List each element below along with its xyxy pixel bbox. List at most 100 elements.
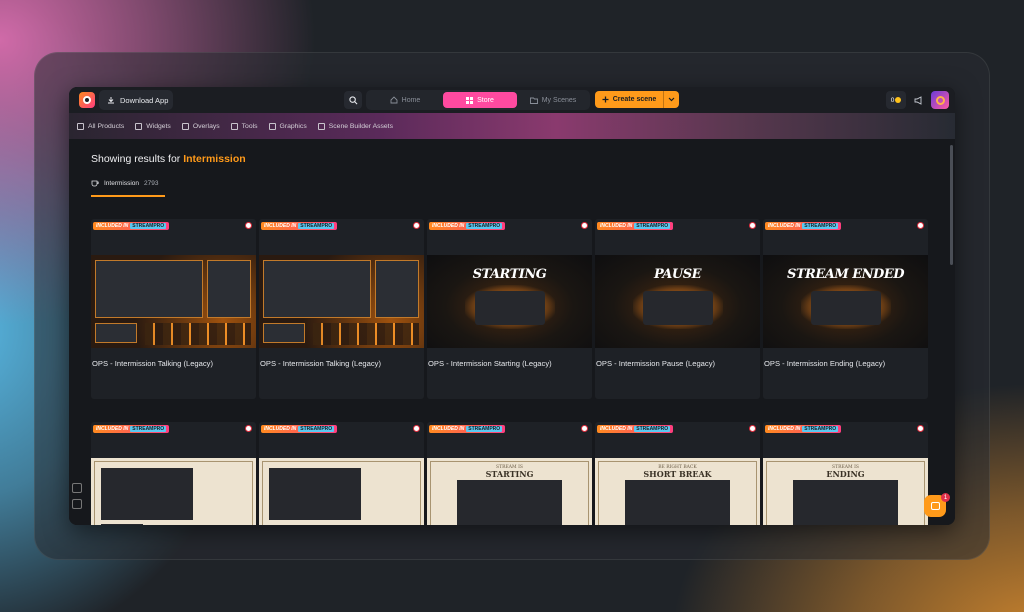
included-badge: INCLUDED IN STREAMPRO [429, 222, 506, 230]
tab-store-label: Store [477, 96, 494, 104]
scrollbar[interactable] [950, 145, 953, 265]
feedback-icon[interactable] [72, 483, 82, 493]
included-badge: INCLUDED IN STREAMPRO [93, 222, 170, 230]
gear-icon [230, 122, 238, 130]
badge-text: INCLUDED IN [96, 426, 129, 432]
category-label: Widgets [146, 122, 171, 130]
chip-active-indicator [91, 195, 165, 197]
tab-store[interactable]: Store [443, 92, 517, 108]
cup-icon [91, 180, 99, 187]
flag-icon [749, 222, 756, 229]
product-card[interactable]: INCLUDED IN STREAMPRO BE RIGHT BACK SHORT … [595, 422, 760, 525]
badge-brand: STREAMPRO [298, 223, 335, 229]
badge-text: INCLUDED IN [768, 223, 801, 229]
category-all-products[interactable]: All Products [77, 122, 124, 130]
product-title: OPS - Intermission Talking (Legacy) [92, 359, 213, 368]
tab-home[interactable]: Home [370, 92, 440, 108]
flag-icon [413, 425, 420, 432]
plus-icon [602, 96, 609, 103]
flag-icon [413, 222, 420, 229]
coin-count: 0 [890, 96, 895, 104]
product-card[interactable]: INCLUDED IN STREAMPRO STREAM ENDED OPS - … [763, 219, 928, 399]
product-thumbnail: STREAM IS ENDING [763, 458, 928, 525]
product-thumbnail: STREAM IS STARTING [427, 458, 592, 525]
side-thumb-icon[interactable] [72, 499, 82, 509]
product-card[interactable]: INCLUDED IN STREAMPRO OPS - Intermission … [259, 219, 424, 399]
badge-text: INCLUDED IN [768, 426, 801, 432]
download-app-button[interactable]: Download App [99, 90, 173, 110]
user-avatar[interactable] [931, 91, 949, 109]
flag-icon [917, 222, 924, 229]
chat-icon [930, 502, 940, 510]
included-badge: INCLUDED IN STREAMPRO [597, 425, 674, 433]
layers-icon [181, 122, 189, 130]
category-graphics[interactable]: Graphics [268, 122, 307, 130]
flag-icon [917, 425, 924, 432]
filter-chip-intermission[interactable]: Intermission 2793 [91, 180, 159, 187]
product-thumbnail: STREAM ENDED [763, 255, 928, 348]
create-scene-button[interactable]: Create scene [595, 91, 679, 108]
badge-brand: STREAMPRO [130, 223, 167, 229]
thumbnail-label: ENDING [826, 469, 865, 479]
store-grid-icon [466, 96, 474, 104]
thumbnail-label: SHORT BREAK [643, 469, 712, 479]
flag-icon [245, 222, 252, 229]
product-card[interactable]: INCLUDED IN STREAMPRO [91, 422, 256, 525]
product-card[interactable]: INCLUDED IN STREAMPRO [259, 422, 424, 525]
badge-brand: STREAMPRO [130, 426, 167, 432]
included-badge: INCLUDED IN STREAMPRO [429, 425, 506, 433]
top-bar: Download App Home Store My Scenes Create… [69, 87, 955, 113]
product-card[interactable]: INCLUDED IN STREAMPRO STREAM IS STARTING [427, 422, 592, 525]
category-scene-builder-assets[interactable]: Scene Builder Assets [317, 122, 393, 130]
product-thumbnail: BE RIGHT BACK SHORT BREAK [595, 458, 760, 525]
tab-my-scenes[interactable]: My Scenes [520, 92, 586, 108]
included-badge: INCLUDED IN STREAMPRO [765, 222, 842, 230]
chat-unread-badge: 1 [941, 493, 950, 502]
product-thumbnail: STARTING [427, 255, 592, 348]
announcements-button[interactable] [910, 91, 928, 109]
tab-home-label: Home [401, 96, 421, 104]
search-icon [348, 95, 357, 104]
included-badge: INCLUDED IN STREAMPRO [93, 425, 170, 433]
product-thumbnail [91, 458, 256, 525]
product-title: OPS - Intermission Starting (Legacy) [428, 359, 552, 368]
results-term: Intermission [183, 153, 246, 165]
thumbnail-label: STARTING [485, 469, 534, 479]
product-card[interactable]: INCLUDED IN STREAMPRO STREAM IS ENDING [763, 422, 928, 525]
product-thumbnail [259, 458, 424, 525]
results-prefix: Showing results for [91, 153, 181, 165]
badge-brand: STREAMPRO [466, 426, 503, 432]
product-title: OPS - Intermission Ending (Legacy) [764, 359, 886, 368]
app-window: Download App Home Store My Scenes Create… [69, 87, 955, 525]
included-badge: INCLUDED IN STREAMPRO [261, 222, 338, 230]
included-badge: INCLUDED IN STREAMPRO [765, 425, 842, 433]
category-tools[interactable]: Tools [230, 122, 258, 130]
grid-icon [77, 122, 84, 130]
folder-icon [529, 97, 538, 104]
tab-my-scenes-label: My Scenes [541, 96, 577, 104]
badge-brand: STREAMPRO [298, 426, 335, 432]
coin-balance[interactable]: 0 [886, 91, 906, 109]
product-card[interactable]: INCLUDED IN STREAMPRO OPS - Intermission … [91, 219, 256, 399]
category-label: Overlays [192, 122, 220, 130]
app-logo-icon[interactable] [79, 92, 95, 108]
category-label: Scene Builder Assets [328, 122, 393, 130]
included-badge: INCLUDED IN STREAMPRO [597, 222, 674, 230]
badge-text: INCLUDED IN [96, 223, 129, 229]
badge-brand: STREAMPRO [802, 426, 839, 432]
badge-text: INCLUDED IN [600, 223, 633, 229]
product-title: OPS - Intermission Pause (Legacy) [596, 359, 716, 368]
category-bar: All Products Widgets Overlays Tools Grap… [69, 113, 955, 139]
create-scene-label: Create scene [612, 96, 657, 103]
product-card[interactable]: INCLUDED IN STREAMPRO PAUSE OPS - Intermi… [595, 219, 760, 399]
flag-icon [245, 425, 252, 432]
search-button[interactable] [344, 91, 362, 109]
thumbnail-word: STREAM ENDED [786, 267, 905, 282]
create-scene-dropdown[interactable] [663, 91, 679, 108]
category-widgets[interactable]: Widgets [135, 122, 171, 130]
product-card[interactable]: INCLUDED IN STREAMPRO STARTING OPS - Inte… [427, 219, 592, 399]
category-overlays[interactable]: Overlays [181, 122, 220, 130]
product-thumbnail [91, 255, 256, 348]
flag-icon [581, 425, 588, 432]
flag-icon [581, 222, 588, 229]
